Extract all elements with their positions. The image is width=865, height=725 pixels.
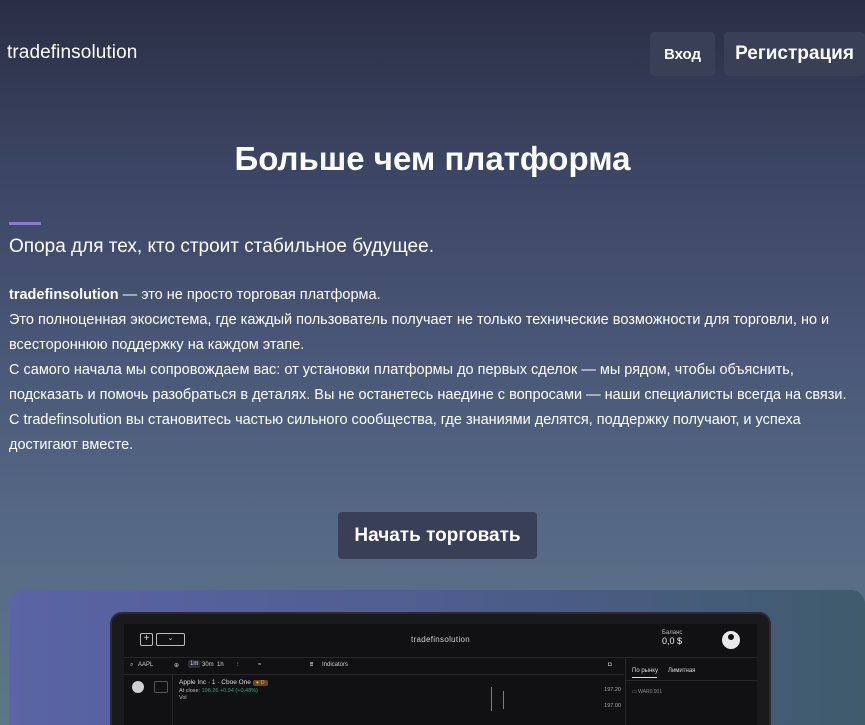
laptop-frame: + ⌄ tradefinsolution Баланс 0,0 $ ⌕ AAPL… [110, 612, 771, 725]
symbol-label: AAPL [138, 662, 154, 668]
wallet-field-label: WAR0.001 [638, 689, 663, 695]
timeframe-1m: 1m [188, 660, 201, 668]
description-paragraph-3: С самого начала мы сопровождаем вас: от … [9, 362, 847, 403]
at-close-label: At close: [179, 688, 201, 694]
area-chart-icon: ≈ [258, 662, 262, 668]
app-screen: + ⌄ tradefinsolution Баланс 0,0 $ ⌕ AAPL… [124, 624, 757, 725]
bar-style-icon: ⫶ [237, 662, 239, 668]
description-paragraph-1: tradefinsolution — это не просто торгова… [9, 283, 865, 308]
candle [503, 691, 504, 709]
indicators-label: Indicators [322, 662, 349, 668]
chart-toolbar: ⌕ AAPL ⊕ 1m 30m 1h ⫶ ≈ ⩩ Indicators ◘ [124, 658, 624, 675]
active-tab-underline [632, 677, 657, 678]
price-tick: 197.00 [604, 703, 621, 709]
timeframe-30m: 30m [202, 662, 214, 668]
description-paragraph-2: Это полноценная экосистема, где каждый п… [9, 312, 830, 353]
description-line-1: — это не просто торговая платформа. [118, 287, 381, 303]
user-icon [722, 631, 740, 649]
cursor-tool-icon [154, 681, 168, 693]
accent-divider [9, 222, 41, 225]
ticker-info: Apple Inc · 1 · Cboe One ● D [179, 679, 268, 686]
at-close: At close: 196.26 +0.94 (+0.48%) [179, 688, 258, 694]
indicators-icon: ⩩ [310, 662, 314, 668]
description-paragraph-4: С tradefinsolution вы становитесь частью… [9, 412, 801, 453]
tab-limit: Лимитная [668, 668, 696, 674]
login-button[interactable]: Вход [650, 32, 715, 76]
logo[interactable]: tradefinsolution [7, 42, 137, 64]
balance: Баланс 0,0 $ [662, 629, 683, 646]
header: tradefinsolution Вход Регистрация [0, 0, 865, 100]
at-close-value: 196.26 +0.94 (+0.48%) [201, 688, 258, 694]
wallet-field: ▭ WAR0.001 [632, 689, 663, 695]
ticker-label: Apple Inc · 1 · Cboe One [179, 679, 251, 686]
price-tick: 197.20 [604, 687, 621, 693]
tab-market: По рынку [632, 668, 658, 674]
clock-icon [132, 681, 144, 693]
candle [491, 687, 492, 711]
search-icon: ⌕ [130, 662, 134, 668]
panel-divider [626, 680, 757, 681]
hero-subtitle: Опора для тех, кто строит стабильное буд… [9, 236, 434, 257]
ticker-badge: ● D [252, 680, 268, 686]
timeframe-1h: 1h [217, 662, 224, 668]
chart-area: Apple Inc · 1 · Cboe One ● D At close: 1… [173, 675, 624, 725]
order-panel: По рынку Лимитная ▭ WAR0.001 [625, 658, 757, 725]
add-symbol-icon: ⊕ [174, 663, 180, 669]
platform-preview: + ⌄ tradefinsolution Баланс 0,0 $ ⌕ AAPL… [9, 590, 865, 725]
brand-name: tradefinsolution [9, 287, 119, 303]
register-button[interactable]: Регистрация [724, 32, 865, 76]
start-trading-button[interactable]: Начать торговать [338, 512, 537, 559]
hero-title: Больше чем платформа [234, 140, 631, 177]
camera-icon: ◘ [608, 662, 612, 668]
hero-description: tradefinsolution — это не просто торгова… [9, 283, 865, 458]
balance-value: 0,0 $ [662, 636, 683, 646]
volume-label: Vol [179, 695, 187, 701]
drawing-tools-sidebar [124, 675, 173, 725]
app-topbar: + ⌄ tradefinsolution Баланс 0,0 $ [124, 624, 757, 658]
